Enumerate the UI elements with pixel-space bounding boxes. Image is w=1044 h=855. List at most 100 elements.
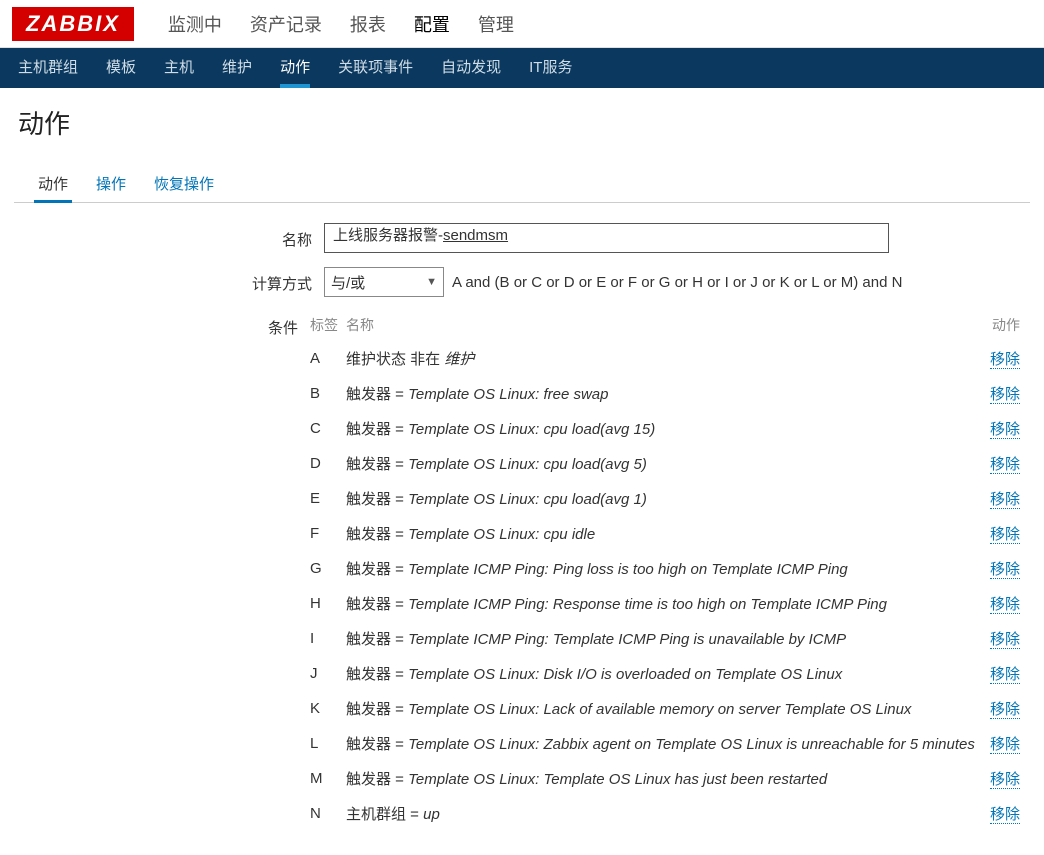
subnav-item[interactable]: 模板 [92,48,150,88]
cond-tag: K [310,700,346,717]
subnav-item[interactable]: 自动发现 [427,48,515,88]
topnav-item[interactable]: 资产记录 [236,11,336,37]
remove-link[interactable]: 移除 [990,596,1020,614]
cond-name: 触发器 = Template OS Linux: cpu idle [346,523,978,544]
cond-action: 移除 [978,348,1020,369]
cond-action: 移除 [978,803,1020,824]
topnav-item[interactable]: 监测中 [154,11,236,37]
table-row: B触发器 = Template OS Linux: free swap 移除 [310,376,1020,411]
topnav-item[interactable]: 管理 [464,11,528,37]
remove-link[interactable]: 移除 [990,386,1020,404]
cond-tag: I [310,630,346,647]
table-row: K触发器 = Template OS Linux: Lack of availa… [310,691,1020,726]
table-row: M触发器 = Template OS Linux: Template OS Li… [310,761,1020,796]
name-input[interactable]: 上线服务器报警-sendmsm [324,223,889,253]
subnav-item[interactable]: 主机群组 [4,48,92,88]
cond-name: 触发器 = Template OS Linux: Disk I/O is ove… [346,663,978,684]
cond-tag: B [310,385,346,402]
remove-link[interactable]: 移除 [990,701,1020,719]
table-row: E触发器 = Template OS Linux: cpu load(avg 1… [310,481,1020,516]
table-row: G触发器 = Template ICMP Ping: Ping loss is … [310,551,1020,586]
cond-action: 移除 [978,663,1020,684]
cond-label: 条件 [24,311,310,338]
cond-name: 主机群组 = up [346,803,978,824]
form-tab[interactable]: 操作 [82,163,140,202]
remove-link[interactable]: 移除 [990,526,1020,544]
table-row: H触发器 = Template ICMP Ping: Response time… [310,586,1020,621]
subnav-item[interactable]: 主机 [150,48,208,88]
subnav-item[interactable]: IT服务 [515,48,586,88]
table-row: D触发器 = Template OS Linux: cpu load(avg 5… [310,446,1020,481]
form-tab[interactable]: 动作 [24,163,82,202]
cond-action: 移除 [978,453,1020,474]
subnav-item[interactable]: 关联项事件 [324,48,427,88]
cond-header-tag: 标签 [310,315,346,335]
remove-link[interactable]: 移除 [990,806,1020,824]
cond-name: 触发器 = Template ICMP Ping: Ping loss is t… [346,558,978,579]
cond-tag: G [310,560,346,577]
cond-action: 移除 [978,383,1020,404]
remove-link[interactable]: 移除 [990,351,1020,369]
top-bar: ZABBIX 监测中资产记录报表配置管理 [0,0,1044,48]
remove-link[interactable]: 移除 [990,736,1020,754]
cond-name: 触发器 = Template OS Linux: Template OS Lin… [346,768,978,789]
cond-name: 触发器 = Template ICMP Ping: Response time … [346,593,978,614]
calc-select-value: 与/或 [331,272,365,293]
form-body: 名称 上线服务器报警-sendmsm 计算方式 与/或 ▼ A and (B o… [14,203,1030,855]
conditions-table: 标签 名称 动作 A维护状态 非在 维护移除B触发器 = Template OS… [310,311,1020,831]
table-row: J触发器 = Template OS Linux: Disk I/O is ov… [310,656,1020,691]
row-name: 名称 上线服务器报警-sendmsm [24,223,1020,253]
cond-name: 触发器 = Template OS Linux: cpu load(avg 1) [346,488,978,509]
cond-tag: E [310,490,346,507]
table-row: N主机群组 = up 移除 [310,796,1020,831]
name-label: 名称 [24,223,324,250]
name-input-text: 上线服务器报警- [333,227,443,244]
table-row: C触发器 = Template OS Linux: cpu load(avg 1… [310,411,1020,446]
cond-header-name: 名称 [346,315,978,335]
cond-tag: L [310,735,346,752]
remove-link[interactable]: 移除 [990,456,1020,474]
calc-label: 计算方式 [24,267,324,294]
subnav-item[interactable]: 动作 [266,48,324,88]
cond-action: 移除 [978,593,1020,614]
cond-name: 触发器 = Template OS Linux: cpu load(avg 5) [346,453,978,474]
logo: ZABBIX [12,7,134,41]
cond-name: 触发器 = Template OS Linux: Zabbix agent on… [346,733,978,754]
cond-name: 维护状态 非在 维护 [346,348,978,369]
remove-link[interactable]: 移除 [990,491,1020,509]
calc-select[interactable]: 与/或 ▼ [324,267,444,297]
page-title: 动作 [18,104,1026,141]
cond-action: 移除 [978,418,1020,439]
table-row: F触发器 = Template OS Linux: cpu idle 移除 [310,516,1020,551]
form-tab[interactable]: 恢复操作 [140,163,228,202]
cond-tag: C [310,420,346,437]
calc-expression: A and (B or C or D or E or F or G or H o… [452,274,902,291]
top-nav: 监测中资产记录报表配置管理 [154,11,528,37]
cond-action: 移除 [978,733,1020,754]
cond-tag: A [310,350,346,367]
row-conditions: 条件 标签 名称 动作 A维护状态 非在 维护移除B触发器 = Template… [24,311,1020,831]
remove-link[interactable]: 移除 [990,561,1020,579]
form-panel: 动作操作恢复操作 名称 上线服务器报警-sendmsm 计算方式 与/或 ▼ A… [14,163,1030,855]
cond-action: 移除 [978,558,1020,579]
chevron-down-icon: ▼ [426,276,437,288]
row-calc: 计算方式 与/或 ▼ A and (B or C or D or E or F … [24,267,1020,297]
subnav-item[interactable]: 维护 [208,48,266,88]
remove-link[interactable]: 移除 [990,666,1020,684]
table-row: L触发器 = Template OS Linux: Zabbix agent o… [310,726,1020,761]
cond-header-action: 动作 [978,315,1020,335]
remove-link[interactable]: 移除 [990,631,1020,649]
cond-tag: N [310,805,346,822]
cond-tag: D [310,455,346,472]
sub-nav: 主机群组模板主机维护动作关联项事件自动发现IT服务 [0,48,1044,88]
topnav-item[interactable]: 配置 [400,11,464,37]
topnav-item[interactable]: 报表 [336,11,400,37]
cond-header: 标签 名称 动作 [310,311,1020,341]
cond-action: 移除 [978,488,1020,509]
cond-name: 触发器 = Template OS Linux: free swap [346,383,978,404]
cond-tag: H [310,595,346,612]
cond-tag: F [310,525,346,542]
form-tabs: 动作操作恢复操作 [14,163,1030,203]
remove-link[interactable]: 移除 [990,421,1020,439]
remove-link[interactable]: 移除 [990,771,1020,789]
